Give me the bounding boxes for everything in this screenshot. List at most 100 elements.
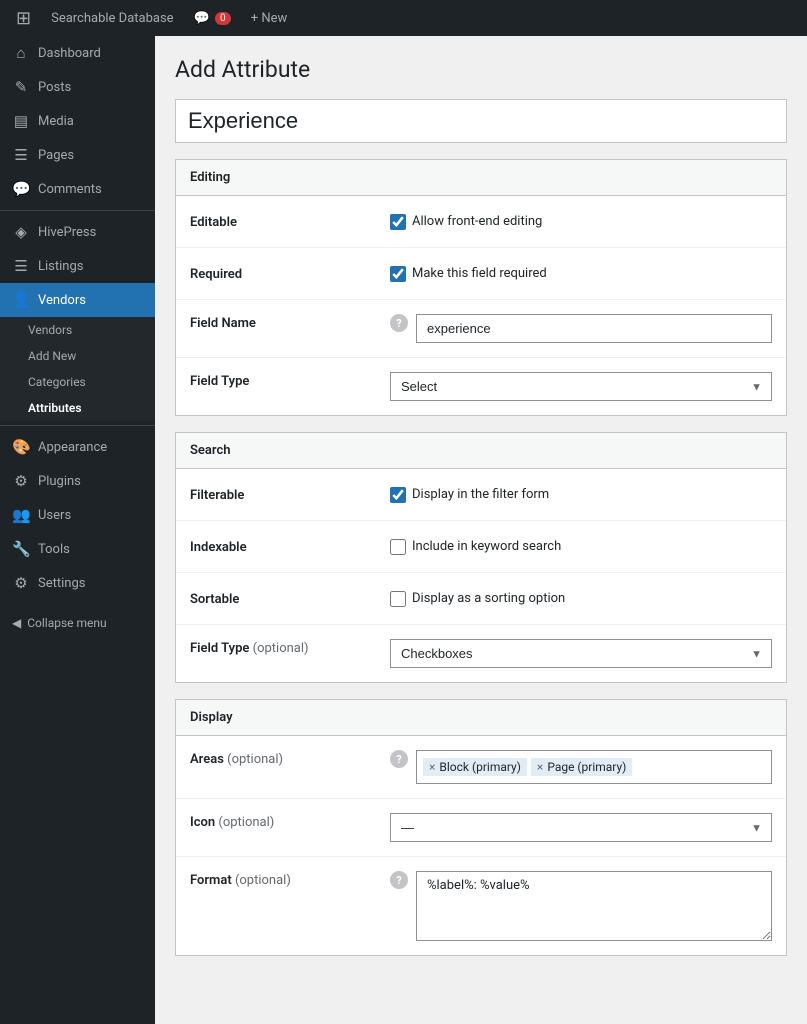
indexable-row: Indexable Include in keyword search xyxy=(176,521,786,573)
tag-label-block: Block (primary) xyxy=(439,760,521,774)
page-title: Add Attribute xyxy=(175,56,787,83)
new-bar-item[interactable]: + New xyxy=(243,0,296,36)
sortable-control: Display as a sorting option xyxy=(390,591,772,607)
admin-bar: ⊞ Searchable Database 💬 0 + New xyxy=(0,0,807,36)
filterable-checkbox-text: Display in the filter form xyxy=(412,487,549,502)
appearance-icon: 🎨 xyxy=(12,438,30,456)
editable-checkbox[interactable] xyxy=(390,214,406,230)
sortable-checkbox-text: Display as a sorting option xyxy=(412,591,565,606)
site-name-bar[interactable]: Searchable Database xyxy=(43,0,181,36)
display-panel: Display Areas (optional) ? × Block (prim… xyxy=(175,699,787,956)
search-panel-header: Search xyxy=(176,433,786,469)
required-label: Required xyxy=(190,265,390,282)
wp-logo[interactable]: ⊞ xyxy=(8,0,39,36)
sidebar-sub-add-new[interactable]: Add New xyxy=(0,343,155,369)
areas-label: Areas (optional) xyxy=(190,750,390,767)
filterable-checkbox[interactable] xyxy=(390,487,406,503)
filterable-control: Display in the filter form xyxy=(390,487,772,503)
sortable-checkbox-label[interactable]: Display as a sorting option xyxy=(390,591,565,607)
search-panel-body: Filterable Display in the filter form In… xyxy=(176,469,786,682)
required-checkbox[interactable] xyxy=(390,266,406,282)
sidebar-label-settings: Settings xyxy=(38,576,85,591)
format-textarea[interactable]: %label%: %value% xyxy=(416,871,772,941)
required-checkbox-label[interactable]: Make this field required xyxy=(390,266,547,282)
sidebar-label-vendors: Vendors xyxy=(38,293,86,308)
users-icon: 👥 xyxy=(12,506,30,524)
sidebar-label-pages: Pages xyxy=(38,148,74,163)
editable-checkbox-text: Allow front-end editing xyxy=(412,214,542,229)
sidebar-divider-1 xyxy=(0,210,155,211)
collapse-menu-button[interactable]: ◀ Collapse menu xyxy=(0,608,155,638)
field-name-input[interactable] xyxy=(416,314,772,343)
sidebar-item-tools[interactable]: 🔧 Tools xyxy=(0,532,155,566)
filterable-checkbox-label[interactable]: Display in the filter form xyxy=(390,487,549,503)
search-field-type-control: Checkboxes Select Radio Range Text ▼ xyxy=(390,639,772,668)
pages-icon: ☰ xyxy=(12,146,30,164)
filterable-row: Filterable Display in the filter form xyxy=(176,469,786,521)
editing-panel: Editing Editable Allow front-end editing… xyxy=(175,159,787,416)
sidebar-label-dashboard: Dashboard xyxy=(38,46,101,61)
sidebar-label-comments: Comments xyxy=(38,182,102,197)
sidebar-item-dashboard[interactable]: ⌂ Dashboard xyxy=(0,36,155,70)
editable-control: Allow front-end editing xyxy=(390,214,772,230)
display-panel-body: Areas (optional) ? × Block (primary) × P… xyxy=(176,736,786,955)
sidebar-item-settings[interactable]: ⚙ Settings xyxy=(0,566,155,600)
sidebar-item-media[interactable]: ▤ Media xyxy=(0,104,155,138)
search-field-type-row: Field Type (optional) Checkboxes Select … xyxy=(176,625,786,682)
sidebar-item-hivepress[interactable]: ◈ HivePress xyxy=(0,215,155,249)
tag-x-block[interactable]: × xyxy=(429,760,435,774)
field-type-editing-select-wrap: Select Text Textarea Number Checkbox Che… xyxy=(390,372,772,401)
editable-checkbox-label[interactable]: Allow front-end editing xyxy=(390,214,542,230)
sidebar-item-appearance[interactable]: 🎨 Appearance xyxy=(0,430,155,464)
new-label: + New xyxy=(251,11,288,26)
main-content: Add Attribute Editing Editable Allow fro… xyxy=(155,36,807,1024)
sidebar-sub-categories[interactable]: Categories xyxy=(0,369,155,395)
indexable-checkbox-label[interactable]: Include in keyword search xyxy=(390,539,561,555)
sidebar-divider-2 xyxy=(0,425,155,426)
areas-row: Areas (optional) ? × Block (primary) × P… xyxy=(176,736,786,799)
sortable-row: Sortable Display as a sorting option xyxy=(176,573,786,625)
tag-page-primary: × Page (primary) xyxy=(531,758,632,776)
sidebar-item-pages[interactable]: ☰ Pages xyxy=(0,138,155,172)
sidebar: ⌂ Dashboard ✎ Posts ▤ Media ☰ Pages 💬 Co… xyxy=(0,36,155,1024)
areas-control: ? × Block (primary) × Page (primary) xyxy=(390,750,772,784)
collapse-icon: ◀ xyxy=(12,616,21,630)
tools-icon: 🔧 xyxy=(12,540,30,558)
sidebar-item-plugins[interactable]: ⚙ Plugins xyxy=(0,464,155,498)
tag-x-page[interactable]: × xyxy=(537,760,543,774)
sidebar-item-vendors[interactable]: 👤 Vendors xyxy=(0,283,155,317)
field-type-editing-row: Field Type Select Text Textarea Number C… xyxy=(176,358,786,415)
sidebar-item-users[interactable]: 👥 Users xyxy=(0,498,155,532)
field-name-help-icon[interactable]: ? xyxy=(390,314,408,332)
areas-tags-input[interactable]: × Block (primary) × Page (primary) xyxy=(416,750,772,784)
editable-row: Editable Allow front-end editing xyxy=(176,196,786,248)
icon-select[interactable]: — xyxy=(390,813,772,842)
sidebar-item-listings[interactable]: ☰ Listings xyxy=(0,249,155,283)
search-field-type-select[interactable]: Checkboxes Select Radio Range Text xyxy=(390,639,772,668)
comments-count: 0 xyxy=(215,12,231,25)
sortable-checkbox[interactable] xyxy=(390,591,406,607)
sidebar-label-posts: Posts xyxy=(38,80,71,95)
required-row: Required Make this field required xyxy=(176,248,786,300)
search-field-type-select-wrap: Checkboxes Select Radio Range Text ▼ xyxy=(390,639,772,668)
plugins-icon: ⚙ xyxy=(12,472,30,490)
sidebar-label-appearance: Appearance xyxy=(38,440,107,455)
sortable-label: Sortable xyxy=(190,590,390,607)
format-help-icon[interactable]: ? xyxy=(390,871,408,889)
field-type-editing-control: Select Text Textarea Number Checkbox Che… xyxy=(390,372,772,401)
sidebar-sub-vendors[interactable]: Vendors xyxy=(0,317,155,343)
areas-help-icon[interactable]: ? xyxy=(390,750,408,768)
indexable-checkbox[interactable] xyxy=(390,539,406,555)
sidebar-label-users: Users xyxy=(38,508,71,523)
hivepress-icon: ◈ xyxy=(12,223,30,241)
field-type-editing-select[interactable]: Select Text Textarea Number Checkbox Che… xyxy=(390,372,772,401)
comments-icon: 💬 xyxy=(194,11,210,26)
attribute-name-input[interactable] xyxy=(175,99,787,143)
icon-control: — ▼ xyxy=(390,813,772,842)
sidebar-item-comments[interactable]: 💬 Comments xyxy=(0,172,155,206)
sidebar-label-plugins: Plugins xyxy=(38,474,81,489)
sidebar-item-posts[interactable]: ✎ Posts xyxy=(0,70,155,104)
dashboard-icon: ⌂ xyxy=(12,44,30,62)
sidebar-sub-attributes[interactable]: Attributes xyxy=(0,395,155,421)
comments-bar-item[interactable]: 💬 0 xyxy=(186,0,239,36)
